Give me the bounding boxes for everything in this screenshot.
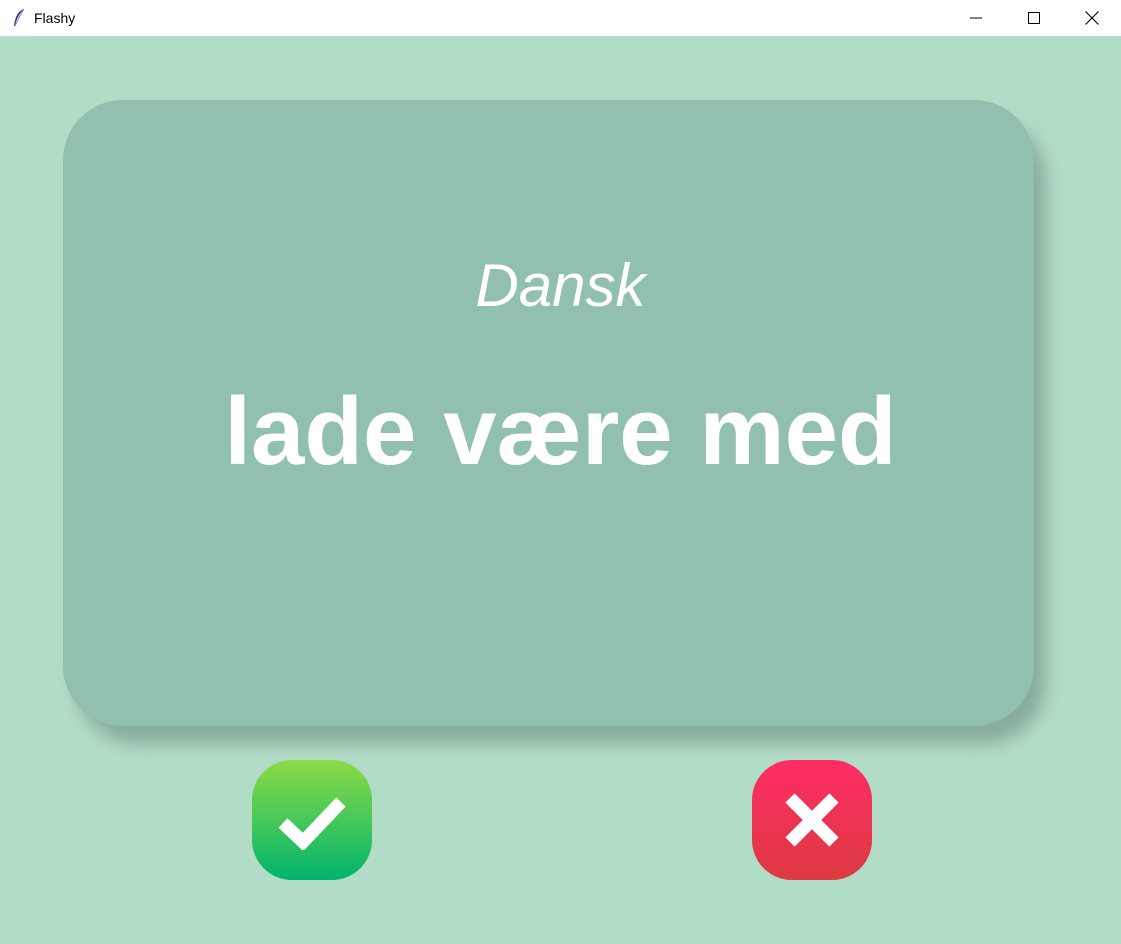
known-button[interactable] [252, 760, 372, 880]
cross-icon [785, 793, 839, 847]
card-language-label: Dansk [475, 252, 646, 319]
minimize-icon [970, 17, 982, 19]
check-icon [278, 797, 346, 850]
window-controls [947, 0, 1121, 36]
maximize-icon [1028, 12, 1040, 24]
title-bar[interactable]: Flashy [0, 0, 1121, 36]
feather-icon [11, 8, 27, 28]
maximize-button[interactable] [1005, 0, 1063, 36]
close-icon [1085, 11, 1099, 25]
close-button[interactable] [1063, 0, 1121, 36]
card-word: lade være med [224, 378, 897, 485]
window-title: Flashy [34, 10, 76, 26]
app-window: Flashy Dansk lade være med [0, 0, 1121, 944]
minimize-button[interactable] [947, 0, 1005, 36]
unknown-button[interactable] [752, 760, 872, 880]
